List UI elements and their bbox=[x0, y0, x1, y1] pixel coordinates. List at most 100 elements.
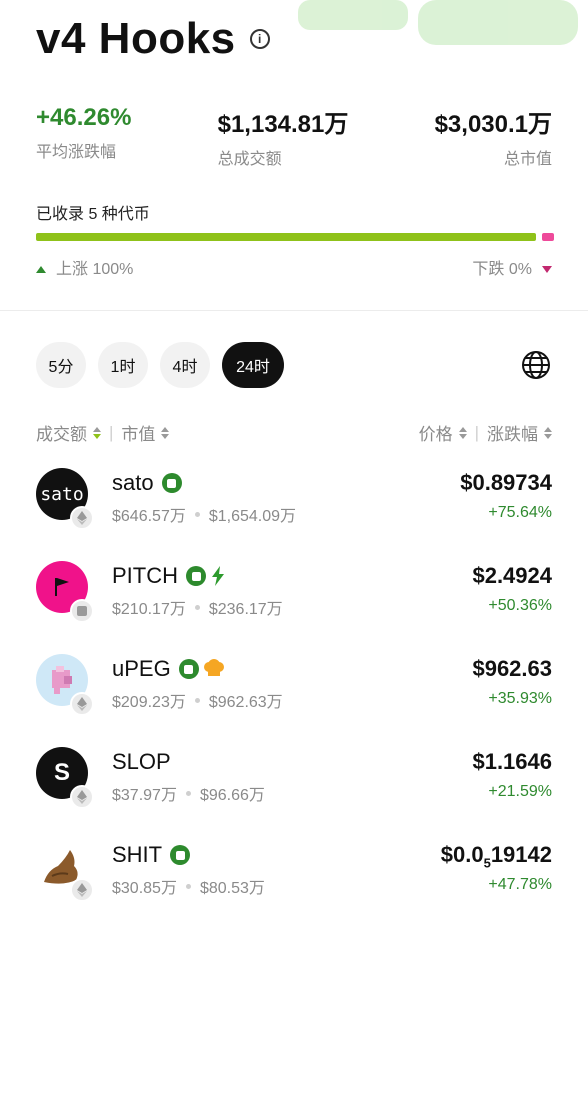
change-sort-header[interactable]: 涨跌幅 bbox=[487, 420, 538, 445]
timeframe-tabs: 5分 1时 4时 24时 bbox=[36, 342, 296, 388]
token-volume: $37.97万 bbox=[112, 787, 177, 804]
verified-badge-icon bbox=[178, 659, 199, 679]
price-digits: 19142 bbox=[490, 842, 552, 867]
tab-1h[interactable]: 1时 bbox=[98, 342, 148, 388]
token-price: $0.0519142 bbox=[441, 842, 552, 870]
chef-hat-icon bbox=[203, 659, 224, 676]
up-ratio-label: 上涨 100% bbox=[56, 261, 134, 278]
token-volume: $210.17万 bbox=[112, 601, 186, 618]
token-change: +21.59% bbox=[488, 783, 552, 800]
down-ratio-fill bbox=[542, 233, 554, 241]
price-sort-header[interactable]: 价格 bbox=[419, 420, 453, 445]
token-row-upeg[interactable]: uPEG $209.23万 $962.63万 $962.63 +35.93% bbox=[0, 648, 588, 741]
token-change: +35.93% bbox=[488, 690, 552, 707]
tab-5m[interactable]: 5分 bbox=[36, 342, 86, 388]
token-row-pitch[interactable]: PITCH $210.17万 $236.17万 $2.4924 +50.36% bbox=[0, 555, 588, 648]
down-ratio: 下跌 0% bbox=[472, 255, 552, 279]
token-metrics: $210.17万 $236.17万 bbox=[112, 595, 283, 619]
verified-badge-icon bbox=[186, 566, 206, 586]
token-mcap: $236.17万 bbox=[208, 601, 283, 618]
page-header: v4 Hooks i bbox=[36, 14, 270, 64]
ethereum-chain-icon bbox=[70, 785, 94, 809]
chain-icon bbox=[70, 599, 94, 623]
sort-icon bbox=[161, 426, 170, 439]
token-mcap: $1,654.09万 bbox=[208, 508, 297, 525]
token-row-sato[interactable]: sato sato $646.57万 $1,654.09万 $0.89734 +… bbox=[0, 462, 588, 555]
token-volume: $30.85万 bbox=[112, 880, 177, 897]
flag-icon bbox=[55, 578, 69, 596]
token-name: SLOP bbox=[112, 749, 171, 774]
token-name: uPEG bbox=[112, 656, 171, 681]
stat-value: +46.26% bbox=[36, 104, 132, 131]
lightning-icon bbox=[212, 566, 224, 586]
up-ratio: 上涨 100% bbox=[36, 255, 133, 279]
stat-avg-change: +46.26% 平均涨跌幅 bbox=[36, 104, 131, 169]
token-name-line: SLOP bbox=[112, 749, 171, 775]
ethereum-chain-icon bbox=[70, 692, 94, 716]
column-separator: | bbox=[109, 422, 114, 442]
dot-separator bbox=[194, 697, 200, 703]
up-ratio-fill bbox=[36, 233, 536, 241]
ethereum-chain-icon bbox=[70, 506, 94, 530]
right-column-headers: 价格 | 涨跌幅 bbox=[419, 420, 552, 445]
token-price: $2.4924 bbox=[472, 563, 552, 588]
triangle-up-icon bbox=[36, 266, 46, 274]
summary-stats: +46.26% 平均涨跌幅 $1,134.81万 总成交额 $3,030.1万 … bbox=[36, 104, 552, 169]
stat-value: $3,030.1万 bbox=[434, 111, 552, 138]
volume-sort-header[interactable]: 成交额 bbox=[36, 420, 87, 445]
sort-icon bbox=[544, 426, 552, 439]
stat-total-mcap: $3,030.1万 总市值 bbox=[435, 104, 552, 169]
stat-label: 总成交额 bbox=[217, 151, 282, 168]
ratio-labels: 上涨 100% 下跌 0% bbox=[36, 255, 552, 279]
stat-value: $1,134.81万 bbox=[217, 111, 349, 138]
left-column-headers: 成交额 | 市值 bbox=[36, 420, 170, 445]
coverage-label: 已收录 5 种代币 bbox=[36, 206, 150, 223]
dot-separator bbox=[185, 790, 191, 796]
token-row-slop[interactable]: S SLOP $37.97万 $96.66万 $1.1646 +21.59% bbox=[0, 741, 588, 834]
stat-label: 总市值 bbox=[503, 151, 552, 168]
triangle-down-icon bbox=[542, 266, 552, 274]
page-title: v4 Hooks bbox=[36, 14, 236, 63]
up-down-ratio-bar bbox=[36, 233, 554, 241]
mcap-sort-header[interactable]: 市值 bbox=[121, 420, 155, 445]
tab-24h[interactable]: 24时 bbox=[222, 342, 284, 388]
section-divider bbox=[0, 310, 588, 311]
token-metrics: $209.23万 $962.63万 bbox=[112, 688, 283, 712]
verified-badge-icon bbox=[161, 473, 182, 493]
token-metrics: $30.85万 $80.53万 bbox=[112, 874, 265, 898]
token-name: sato bbox=[112, 470, 154, 495]
token-change: +75.64% bbox=[488, 504, 552, 521]
stat-label: 平均涨跌幅 bbox=[36, 144, 117, 161]
sort-icon bbox=[93, 426, 101, 439]
tab-4h[interactable]: 4时 bbox=[160, 342, 210, 388]
column-separator: | bbox=[474, 422, 479, 442]
token-mcap: $962.63万 bbox=[208, 694, 283, 711]
token-change: +47.78% bbox=[488, 876, 552, 893]
token-volume: $646.57万 bbox=[112, 508, 186, 525]
token-row-shit[interactable]: SHIT $30.85万 $80.53万 $0.0519142 +47.78% bbox=[0, 834, 588, 927]
token-metrics: $37.97万 $96.66万 bbox=[112, 781, 265, 805]
dot-separator bbox=[185, 883, 191, 889]
token-name-line: sato bbox=[112, 470, 182, 496]
sort-icon bbox=[458, 426, 467, 439]
token-list: sato sato $646.57万 $1,654.09万 $0.89734 +… bbox=[0, 462, 588, 927]
price-prefix: $0.0 bbox=[440, 842, 484, 867]
token-name: SHIT bbox=[112, 842, 163, 867]
token-name-line: uPEG bbox=[112, 656, 225, 682]
token-change: +50.36% bbox=[488, 597, 552, 614]
token-volume: $209.23万 bbox=[112, 694, 186, 711]
token-price: $1.1646 bbox=[472, 749, 552, 774]
column-headers: 成交额 | 市值 价格 | 涨跌幅 bbox=[36, 420, 552, 445]
down-ratio-label: 下跌 0% bbox=[472, 261, 532, 278]
globe-icon[interactable] bbox=[520, 349, 552, 381]
token-name-line: SHIT bbox=[112, 842, 191, 868]
dot-separator bbox=[194, 511, 200, 517]
info-icon[interactable]: i bbox=[249, 29, 270, 49]
token-mcap: $80.53万 bbox=[199, 880, 265, 897]
header-background-pattern bbox=[298, 0, 578, 45]
dot-separator bbox=[194, 604, 200, 610]
stat-total-volume: $1,134.81万 总成交额 bbox=[218, 104, 349, 169]
token-price: $0.89734 bbox=[460, 470, 552, 495]
verified-badge-icon bbox=[170, 845, 191, 865]
ethereum-chain-icon bbox=[70, 878, 94, 902]
